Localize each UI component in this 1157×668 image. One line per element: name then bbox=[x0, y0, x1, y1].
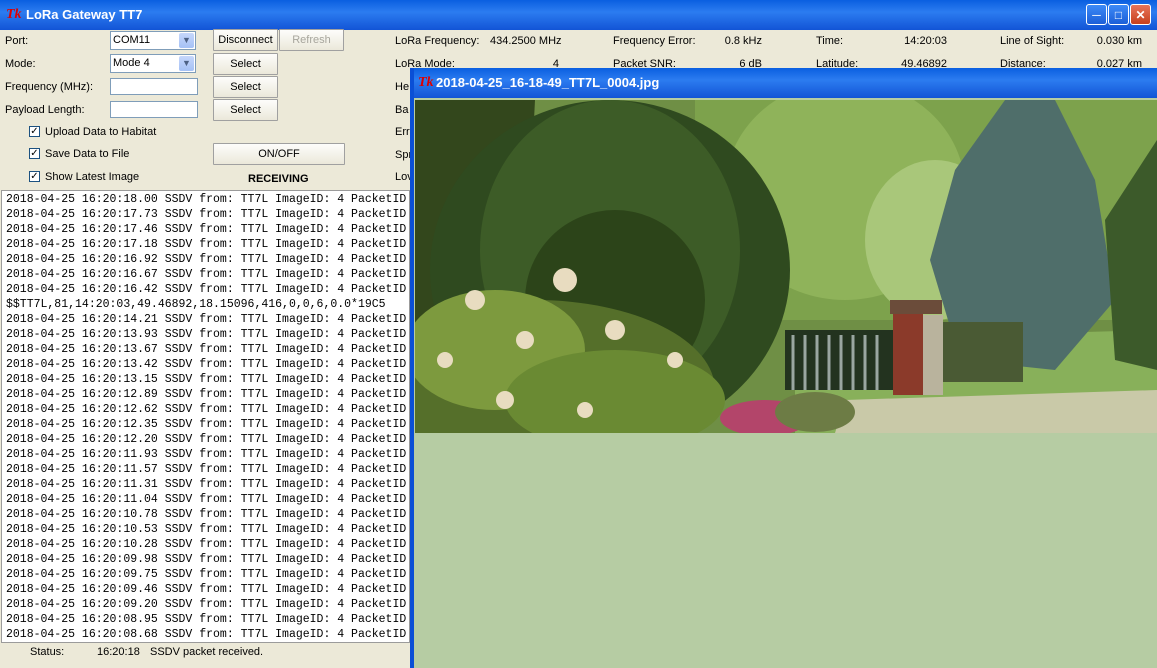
partial-info-label: Ba bbox=[395, 104, 409, 116]
save-file-checkbox[interactable]: ✓ bbox=[29, 148, 40, 159]
show-latest-image-label: Show Latest Image bbox=[45, 171, 140, 183]
log-line: 2018-04-25 16:20:08.95 SSDV from: TT7L I… bbox=[6, 613, 407, 626]
line-of-sight-label: Line of Sight: bbox=[1000, 35, 1065, 47]
mode-select[interactable]: Mode 4 ▼ bbox=[110, 54, 196, 73]
log-line: 2018-04-25 16:20:16.67 SSDV from: TT7L I… bbox=[6, 268, 407, 281]
log-textbox[interactable]: 2018-04-25 16:20:18.00 SSDV from: TT7L I… bbox=[1, 190, 410, 643]
log-line: 2018-04-25 16:20:12.35 SSDV from: TT7L I… bbox=[6, 418, 407, 431]
minimize-button[interactable]: ─ bbox=[1086, 4, 1107, 25]
upload-habitat-checkbox[interactable]: ✓ bbox=[29, 126, 40, 137]
frequency-error-label: Frequency Error: bbox=[613, 35, 696, 47]
log-line: 2018-04-25 16:20:09.20 SSDV from: TT7L I… bbox=[6, 598, 407, 611]
log-line: 2018-04-25 16:20:16.42 SSDV from: TT7L I… bbox=[6, 283, 407, 296]
log-line: 2018-04-25 16:20:12.20 SSDV from: TT7L I… bbox=[6, 433, 407, 446]
frequency-input[interactable] bbox=[110, 78, 198, 95]
partial-info-label: Err bbox=[395, 126, 410, 138]
log-line: 2018-04-25 16:20:17.46 SSDV from: TT7L I… bbox=[6, 223, 407, 236]
received-ssdv-image bbox=[415, 100, 1157, 433]
log-line: 2018-04-25 16:20:09.75 SSDV from: TT7L I… bbox=[6, 568, 407, 581]
image-window-title: 2018-04-25_16-18-49_TT7L_0004.jpg bbox=[436, 75, 660, 90]
window-title: LoRa Gateway TT7 bbox=[26, 7, 143, 22]
upload-habitat-label: Upload Data to Habitat bbox=[45, 126, 157, 138]
time-label: Time: bbox=[816, 35, 844, 47]
log-line: 2018-04-25 16:20:18.00 SSDV from: TT7L I… bbox=[6, 193, 407, 206]
log-line: 2018-04-25 16:20:12.89 SSDV from: TT7L I… bbox=[6, 388, 407, 401]
log-line: 2018-04-25 16:20:13.67 SSDV from: TT7L I… bbox=[6, 343, 407, 356]
log-line: 2018-04-25 16:20:10.53 SSDV from: TT7L I… bbox=[6, 523, 407, 536]
close-icon: ✕ bbox=[1135, 8, 1146, 22]
log-line: 2018-04-25 16:20:09.46 SSDV from: TT7L I… bbox=[6, 583, 407, 596]
line-of-sight-value: 0.030 km bbox=[1096, 35, 1142, 47]
receiving-status: RECEIVING bbox=[248, 173, 309, 185]
log-line: 2018-04-25 16:20:14.21 SSDV from: TT7L I… bbox=[6, 313, 407, 326]
frequency-select-button[interactable]: Select bbox=[213, 76, 278, 98]
tk-logo-icon: Tk bbox=[418, 75, 434, 90]
log-line: 2018-04-25 16:20:11.31 SSDV from: TT7L I… bbox=[6, 478, 407, 491]
partial-info-label: He bbox=[395, 81, 410, 93]
show-latest-image-checkbox[interactable]: ✓ bbox=[29, 171, 40, 182]
tk-logo-icon: Tk bbox=[6, 7, 22, 22]
frequency-label: Frequency (MHz): bbox=[5, 81, 94, 93]
lora-frequency-value: 434.2500 MHz bbox=[490, 35, 562, 47]
log-line: 2018-04-25 16:20:17.18 SSDV from: TT7L I… bbox=[6, 238, 407, 251]
log-line: 2018-04-25 16:20:13.93 SSDV from: TT7L I… bbox=[6, 328, 407, 341]
maximize-button[interactable]: □ bbox=[1108, 4, 1129, 25]
close-button[interactable]: ✕ bbox=[1130, 4, 1151, 25]
mode-select-button[interactable]: Select bbox=[213, 53, 278, 75]
port-value: COM11 bbox=[113, 34, 151, 46]
log-line: 2018-04-25 16:20:13.42 SSDV from: TT7L I… bbox=[6, 358, 407, 371]
on-off-button[interactable]: ON/OFF bbox=[213, 143, 345, 165]
image-window-title-bar[interactable]: Tk 2018-04-25_16-18-49_TT7L_0004.jpg bbox=[414, 68, 1157, 98]
log-line: 2018-04-25 16:20:11.93 SSDV from: TT7L I… bbox=[6, 448, 407, 461]
log-line: 2018-04-25 16:20:11.57 SSDV from: TT7L I… bbox=[6, 463, 407, 476]
save-file-label: Save Data to File bbox=[45, 148, 130, 160]
log-line: 2018-04-25 16:20:17.73 SSDV from: TT7L I… bbox=[6, 208, 407, 221]
log-line: 2018-04-25 16:20:09.98 SSDV from: TT7L I… bbox=[6, 553, 407, 566]
log-line: 2018-04-25 16:20:16.92 SSDV from: TT7L I… bbox=[6, 253, 407, 266]
port-label: Port: bbox=[5, 35, 29, 47]
refresh-button[interactable]: Refresh bbox=[279, 29, 344, 51]
log-line: 2018-04-25 16:20:10.78 SSDV from: TT7L I… bbox=[6, 508, 407, 521]
status-label: Status: bbox=[30, 646, 65, 658]
log-line: 2018-04-25 16:20:11.04 SSDV from: TT7L I… bbox=[6, 493, 407, 506]
port-select[interactable]: COM11 ▼ bbox=[110, 31, 196, 50]
mode-label: Mode: bbox=[5, 58, 36, 70]
payload-length-label: Payload Length: bbox=[5, 104, 85, 116]
frequency-error-value: 0.8 kHz bbox=[724, 35, 762, 47]
mode-value: Mode 4 bbox=[113, 57, 150, 69]
image-window[interactable]: Tk 2018-04-25_16-18-49_TT7L_0004.jpg bbox=[410, 68, 1157, 668]
chevron-down-icon[interactable]: ▼ bbox=[179, 33, 194, 48]
lora-frequency-label: LoRa Frequency: bbox=[395, 35, 480, 47]
garden-photo bbox=[415, 100, 1157, 433]
log-line: 2018-04-25 16:20:13.15 SSDV from: TT7L I… bbox=[6, 373, 407, 386]
log-line: $$TT7L,81,14:20:03,49.46892,18.15096,416… bbox=[6, 298, 386, 311]
log-line: 2018-04-25 16:20:08.68 SSDV from: TT7L I… bbox=[6, 628, 407, 641]
time-value: 14:20:03 bbox=[904, 35, 947, 47]
chevron-down-icon[interactable]: ▼ bbox=[179, 56, 194, 71]
log-line: 2018-04-25 16:20:12.62 SSDV from: TT7L I… bbox=[6, 403, 407, 416]
status-time: 16:20:18 bbox=[97, 646, 140, 658]
payload-length-input[interactable] bbox=[110, 101, 198, 118]
main-title-bar[interactable]: Tk LoRa Gateway TT7 ─ □ ✕ bbox=[0, 0, 1157, 30]
log-lines: 2018-04-25 16:20:18.00 SSDV from: TT7L I… bbox=[2, 191, 409, 642]
status-message: SSDV packet received. bbox=[150, 646, 264, 658]
log-line: 2018-04-25 16:20:10.28 SSDV from: TT7L I… bbox=[6, 538, 407, 551]
maximize-icon: □ bbox=[1114, 8, 1123, 22]
payload-select-button[interactable]: Select bbox=[213, 99, 278, 121]
minimize-icon: ─ bbox=[1092, 8, 1101, 22]
disconnect-button[interactable]: Disconnect bbox=[213, 29, 278, 51]
